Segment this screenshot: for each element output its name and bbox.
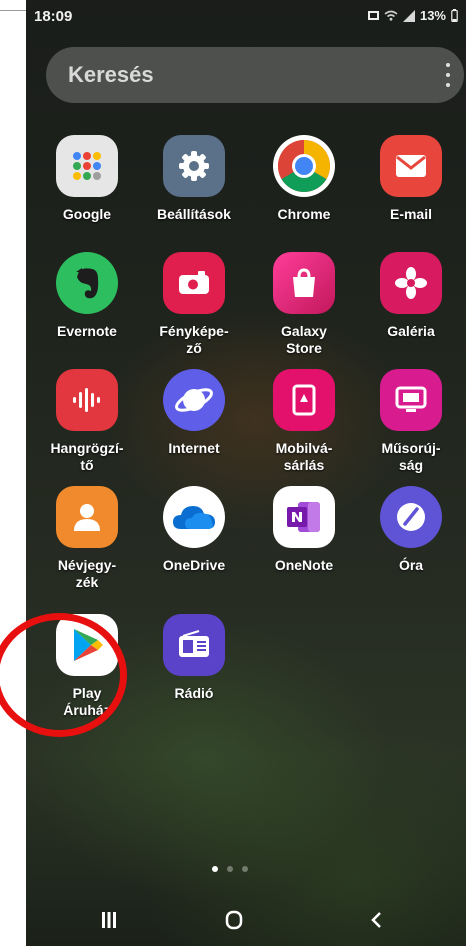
app-label: Rádió bbox=[174, 685, 214, 701]
app-settings[interactable]: Beállítások bbox=[144, 135, 244, 223]
app-chrome[interactable]: Chrome bbox=[254, 135, 354, 223]
page-dot[interactable] bbox=[212, 866, 218, 872]
sound-wave-icon bbox=[56, 369, 118, 431]
wifi-icon bbox=[384, 10, 398, 21]
signal-icon bbox=[402, 9, 415, 22]
app-label: Galéria bbox=[387, 323, 435, 339]
app-mobile-purchase[interactable]: Mobilvá- sárlás bbox=[254, 369, 354, 474]
app-tv-guide[interactable]: Műsorúj- ság bbox=[361, 369, 461, 474]
app-label: Internet bbox=[168, 440, 220, 456]
app-label: Óra bbox=[398, 557, 424, 573]
app-onedrive[interactable]: OneDrive bbox=[144, 486, 244, 574]
page-dot[interactable] bbox=[242, 866, 248, 872]
mobile-purchase-icon bbox=[273, 369, 335, 431]
battery-icon bbox=[451, 9, 458, 22]
person-icon bbox=[56, 486, 118, 548]
navigation-bar bbox=[26, 890, 466, 946]
app-label: Chrome bbox=[277, 206, 331, 222]
cloud-icon bbox=[163, 486, 225, 548]
app-google[interactable]: Google bbox=[37, 135, 137, 223]
status-bar: 18:09 13% bbox=[26, 0, 466, 34]
shopping-bag-icon bbox=[273, 252, 335, 314]
flower-icon bbox=[380, 252, 442, 314]
gear-icon bbox=[163, 135, 225, 197]
onenote-icon bbox=[273, 486, 335, 548]
recents-icon bbox=[102, 912, 116, 928]
app-contacts[interactable]: Névjegy- zék bbox=[37, 486, 137, 591]
back-icon bbox=[371, 912, 381, 928]
planet-icon bbox=[163, 369, 225, 431]
app-label: Névjegy- zék bbox=[57, 557, 117, 590]
app-label: E-mail bbox=[389, 206, 432, 222]
search-placeholder: Keresés bbox=[68, 62, 154, 87]
notification-icon bbox=[367, 11, 379, 20]
app-label: Evernote bbox=[57, 323, 117, 339]
app-onenote[interactable]: OneNote bbox=[254, 486, 354, 574]
app-label: Google bbox=[62, 206, 112, 222]
search-bar[interactable]: Keresés bbox=[46, 47, 464, 103]
app-radio[interactable]: Rádió bbox=[144, 614, 244, 702]
home-button[interactable] bbox=[214, 906, 254, 934]
battery-percent: 13% bbox=[419, 8, 446, 23]
app-label: Hangrögzí- tő bbox=[50, 440, 124, 473]
app-galaxy-store[interactable]: Galaxy Store bbox=[254, 252, 354, 357]
google-folder-icon bbox=[56, 135, 118, 197]
app-label: Fényképe- ző bbox=[159, 323, 229, 356]
back-button[interactable] bbox=[356, 906, 396, 934]
status-icons: 13% bbox=[367, 8, 458, 23]
tv-guide-icon bbox=[380, 369, 442, 431]
app-label: OneDrive bbox=[162, 557, 226, 573]
app-gallery[interactable]: Galéria bbox=[361, 252, 461, 340]
camera-icon bbox=[163, 252, 225, 314]
app-label: Műsorúj- ság bbox=[381, 440, 441, 473]
recents-button[interactable] bbox=[89, 906, 129, 934]
app-clock[interactable]: Óra bbox=[361, 486, 461, 574]
envelope-icon bbox=[380, 135, 442, 197]
app-camera[interactable]: Fényképe- ző bbox=[144, 252, 244, 357]
app-internet[interactable]: Internet bbox=[144, 369, 244, 457]
status-time: 18:09 bbox=[34, 8, 73, 25]
app-label: Mobilvá- sárlás bbox=[275, 440, 333, 473]
page-dot[interactable] bbox=[227, 866, 233, 872]
home-icon bbox=[225, 910, 243, 930]
app-label: Galaxy Store bbox=[281, 323, 327, 356]
chrome-icon bbox=[273, 135, 335, 197]
radio-icon bbox=[163, 614, 225, 676]
phone-screen: 18:09 13% Keresés Google Beállítások Chr… bbox=[26, 0, 466, 946]
app-evernote[interactable]: Evernote bbox=[37, 252, 137, 340]
app-email[interactable]: E-mail bbox=[361, 135, 461, 223]
more-options-icon[interactable] bbox=[446, 63, 450, 87]
evernote-icon bbox=[56, 252, 118, 314]
clock-icon bbox=[380, 486, 442, 548]
app-label: Beállítások bbox=[157, 206, 231, 222]
page-indicator bbox=[212, 866, 248, 872]
app-voice-recorder[interactable]: Hangrögzí- tő bbox=[37, 369, 137, 474]
app-label: OneNote bbox=[274, 557, 334, 573]
